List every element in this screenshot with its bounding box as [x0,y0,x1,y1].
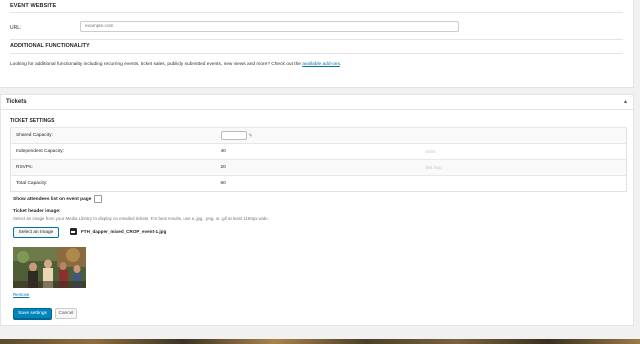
image-file-icon [70,228,77,235]
header-image-label: Ticket header image: [13,209,61,214]
capacity-note: test rsvp [420,159,627,176]
cancel-button[interactable]: Cancel [55,308,77,319]
table-row: Independent Capacity: 40 ticket [10,143,627,160]
caret-up-icon[interactable]: ▴ [624,98,627,105]
table-row: Total Capacity: 60 [10,175,627,192]
ticket-settings: TICKET SETTINGS Shared Capacity: ✎ Indep… [10,118,627,192]
divider [10,39,623,40]
capacity-note-text: ticket [425,148,436,154]
additional-text-end: . [339,62,342,67]
capacity-label: RSVPs: [10,159,216,176]
table-row: RSVPs: 20 test rsvp [10,159,627,176]
pencil-icon[interactable]: ✎ [249,133,253,139]
capacity-note [420,127,627,144]
tickets-title: Tickets [6,99,27,105]
url-label: URL: [10,25,22,31]
header-image-filename: FTH_dapper_mixed_CROP_event-1.jpg [81,229,167,234]
table-row: Shared Capacity: ✎ [10,127,627,144]
available-addons-link[interactable]: available add-ons [302,62,340,67]
additional-functionality-heading: ADDITIONAL FUNCTIONALITY [10,43,90,49]
capacity-note: ticket [420,143,627,160]
capacity-label: Total Capacity: [10,175,216,192]
event-website-heading: EVENT WEBSITE [10,3,57,9]
tickets-panel-header[interactable]: Tickets ▴ [1,95,633,110]
capacity-value-cell: ✎ [215,127,421,144]
save-settings-button[interactable]: Save settings [13,308,52,319]
capacity-value: 20 [215,159,421,176]
url-input[interactable] [80,21,459,32]
tickets-panel: Tickets ▴ TICKET SETTINGS Shared Capacit… [0,94,634,326]
event-website-panel: EVENT WEBSITE URL: ADDITIONAL FUNCTIONAL… [0,0,634,88]
divider [10,12,623,13]
ticket-settings-heading: TICKET SETTINGS [10,118,55,124]
capacity-note-text: test rsvp [425,164,442,170]
capacity-label: Independent Capacity: [10,143,216,160]
additional-text-body: Looking for additional functionality inc… [10,62,301,67]
show-attendees-label: Show attendees list on event page [13,197,92,202]
capacity-note [420,175,627,192]
header-image-thumbnail [13,247,86,288]
show-attendees-checkbox[interactable] [94,195,102,203]
capacity-label: Shared Capacity: [10,127,216,144]
additional-functionality-text: Looking for additional functionality inc… [10,62,341,67]
header-image-description: Select an image from your Media Library … [13,216,269,221]
capacity-value: 60 [215,175,421,192]
capacity-value: 40 [215,143,421,160]
background-image-strip [0,339,640,344]
divider [10,53,623,54]
remove-image-link[interactable]: Remove [13,292,29,297]
select-image-button[interactable]: Select an Image [13,227,59,238]
capacity-table: Shared Capacity: ✎ Independent Capacity:… [10,127,627,192]
shared-capacity-input[interactable] [220,131,247,140]
